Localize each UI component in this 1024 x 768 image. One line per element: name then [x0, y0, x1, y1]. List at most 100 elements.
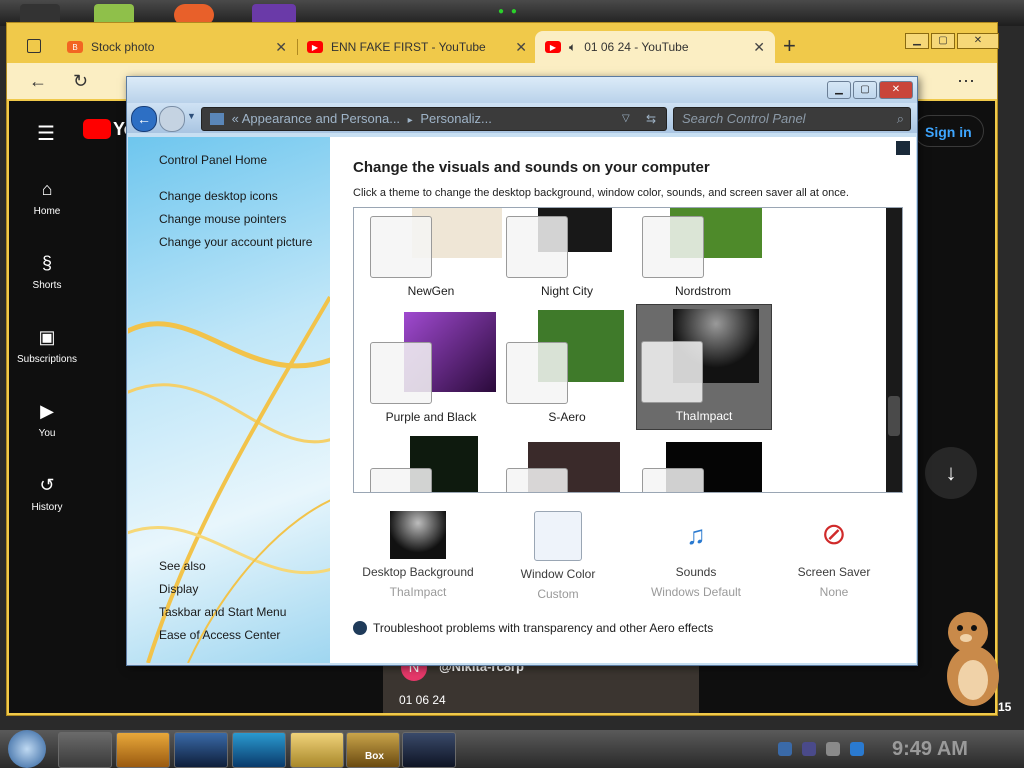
breadcrumb[interactable]: « Appearance and Persona... ▸ Personaliz… — [201, 107, 667, 131]
theme-item[interactable] — [364, 434, 498, 492]
new-tab-button[interactable]: + — [783, 33, 796, 59]
breadcrumb-dropdown-icon[interactable]: ▽ — [622, 108, 630, 130]
recent-pages-icon[interactable]: ▼ — [187, 111, 196, 121]
sidebar-item-label: Subscriptions — [16, 354, 78, 365]
page-subtitle: Click a theme to change the desktop back… — [353, 187, 849, 199]
theme-glass-swatch — [370, 468, 432, 492]
cp-search-input[interactable]: Search Control Panel ⌕ — [673, 107, 911, 131]
display-link[interactable]: Display — [159, 582, 198, 596]
theme-item[interactable] — [500, 434, 634, 492]
taskbar-app-globe[interactable] — [174, 732, 228, 768]
theme-s-aero[interactable]: S-Aero — [500, 304, 634, 428]
sign-in-button[interactable]: Sign in — [914, 115, 984, 147]
tab-stock-photo[interactable]: B Stock photo ✕ — [57, 31, 297, 63]
bottom-item-value: None — [819, 585, 849, 599]
breadcrumb-prefix: « — [231, 111, 239, 126]
cp-back-button[interactable]: ← — [131, 106, 157, 132]
control-panel-icon — [210, 113, 224, 125]
sounds-button[interactable]: ♫ Sounds Windows Default — [626, 511, 766, 599]
tray-bluetooth-icon[interactable] — [850, 742, 864, 756]
taskbar-app-control-panel[interactable] — [402, 732, 456, 768]
cp-forward-button[interactable] — [159, 106, 185, 132]
tray-network-icon[interactable] — [778, 742, 792, 756]
video-date: 01 06 24 — [399, 693, 446, 707]
theme-night-city[interactable]: Night City — [500, 208, 634, 302]
theme-purple-and-black[interactable]: Purple and Black — [364, 304, 498, 428]
search-placeholder: Search Control Panel — [682, 111, 806, 126]
theme-newgen[interactable]: NewGen — [364, 208, 502, 302]
scrollbar-thumb[interactable] — [888, 396, 900, 436]
cp-minimize-button[interactable]: ▁ — [827, 81, 851, 99]
window-color-icon — [534, 511, 582, 561]
close-tab-icon[interactable]: ✕ — [753, 39, 765, 56]
control-panel-window: ▁ ▢ ✕ ← ▼ « Appearance and Persona... ▸ … — [126, 76, 918, 666]
troubleshoot-link[interactable]: Troubleshoot problems with transparency … — [353, 621, 713, 635]
theme-glass-swatch — [506, 216, 568, 278]
tab-enn-fake-first[interactable]: ▶ ENN FAKE FIRST - YouTube ✕ — [297, 31, 537, 63]
more-menu-icon[interactable]: ⋯ — [957, 71, 975, 92]
taskbar-clock[interactable]: 9:49 AM — [892, 738, 968, 761]
cp-close-button[interactable]: ✕ — [879, 81, 913, 99]
sidebar-item-history[interactable]: ↺ History — [9, 475, 85, 513]
theme-glass-swatch — [370, 216, 432, 278]
back-arrow-icon[interactable]: ← — [29, 71, 47, 92]
tab-01-06-24[interactable]: ▶ 🔈︎ 01 06 24 - YouTube ✕ — [535, 31, 775, 63]
page-title: Change the visuals and sounds on your co… — [353, 159, 710, 176]
theme-item[interactable] — [636, 434, 770, 492]
change-desktop-icons-link[interactable]: Change desktop icons — [159, 189, 278, 203]
close-tab-icon[interactable]: ✕ — [515, 39, 527, 56]
screen-saver-button[interactable]: ⊘ Screen Saver None — [764, 511, 904, 599]
bottom-item-name: Window Color — [520, 567, 596, 581]
taskbar-app-media-player[interactable] — [116, 732, 170, 768]
close-tab-icon[interactable]: ✕ — [275, 39, 287, 56]
sidebar-item-subscriptions[interactable]: ▣ Subscriptions — [9, 327, 85, 365]
youtube-logo-icon[interactable] — [83, 119, 111, 139]
taskbar-app-explorer[interactable] — [58, 732, 112, 768]
desktop-background-button[interactable]: Desktop Background ThaImpact — [348, 511, 488, 599]
maximize-button[interactable]: ▢ — [931, 33, 955, 49]
speaker-icon[interactable]: 🔈︎ — [569, 40, 576, 55]
bottom-item-value: Windows Default — [650, 585, 742, 599]
tray-shield-icon[interactable] — [802, 742, 816, 756]
tab-label: 01 06 24 - YouTube — [584, 40, 689, 54]
theme-list-scrollbar[interactable] — [886, 208, 902, 492]
tray-volume-icon[interactable] — [826, 742, 840, 756]
taskbar: Box 9:49 AM — [0, 730, 1024, 768]
theme-glass-swatch — [506, 342, 568, 404]
help-icon[interactable] — [896, 141, 910, 155]
theme-nordstrom[interactable]: Nordstrom — [636, 208, 770, 302]
bottom-item-value: ThaImpact — [389, 585, 447, 599]
sidebar-item-home[interactable]: ⌂ Home — [9, 179, 85, 217]
theme-label: Night City — [540, 284, 593, 298]
reload-icon[interactable]: ↻ — [73, 71, 88, 92]
tab-actions-icon[interactable] — [27, 39, 41, 53]
taskbar-start-menu-link[interactable]: Taskbar and Start Menu — [159, 605, 286, 619]
minimize-button[interactable]: ▁ — [905, 33, 929, 49]
taskbar-app-edge[interactable] — [232, 732, 286, 768]
troubleshoot-icon — [353, 621, 367, 635]
change-mouse-pointers-link[interactable]: Change mouse pointers — [159, 212, 286, 226]
sidebar-item-you[interactable]: ▶ You — [9, 401, 85, 439]
window-color-button[interactable]: Window Color Custom — [488, 511, 628, 601]
scroll-down-button[interactable]: ↓ — [925, 447, 977, 499]
theme-label: NewGen — [407, 284, 455, 298]
refresh-icon[interactable]: ⇆ — [646, 108, 656, 130]
cp-maximize-button[interactable]: ▢ — [853, 81, 877, 99]
ease-of-access-link[interactable]: Ease of Access Center — [159, 628, 280, 642]
cp-home-link[interactable]: Control Panel Home — [159, 153, 267, 167]
breadcrumb-appearance[interactable]: Appearance and Persona... — [242, 111, 400, 126]
hamster-mascot-icon — [947, 612, 999, 706]
change-account-picture-link[interactable]: Change your account picture — [159, 235, 312, 249]
theme-label: Nordstrom — [674, 284, 731, 298]
taskbar-box-label: Box — [365, 751, 384, 762]
taskbar-app-box[interactable]: Box — [346, 732, 400, 768]
bottom-item-name: Desktop Background — [362, 565, 474, 579]
theme-thaimpact[interactable]: ThaImpact — [636, 304, 772, 430]
taskbar-app-folder[interactable] — [290, 732, 344, 768]
close-window-button[interactable]: ✕ — [957, 33, 999, 49]
search-icon[interactable]: ⌕ — [897, 108, 904, 130]
start-button[interactable] — [8, 730, 46, 768]
sidebar-item-shorts[interactable]: § Shorts — [9, 253, 85, 291]
breadcrumb-personalization[interactable]: Personaliz... — [420, 111, 492, 126]
you-icon: ▶ — [40, 401, 54, 421]
